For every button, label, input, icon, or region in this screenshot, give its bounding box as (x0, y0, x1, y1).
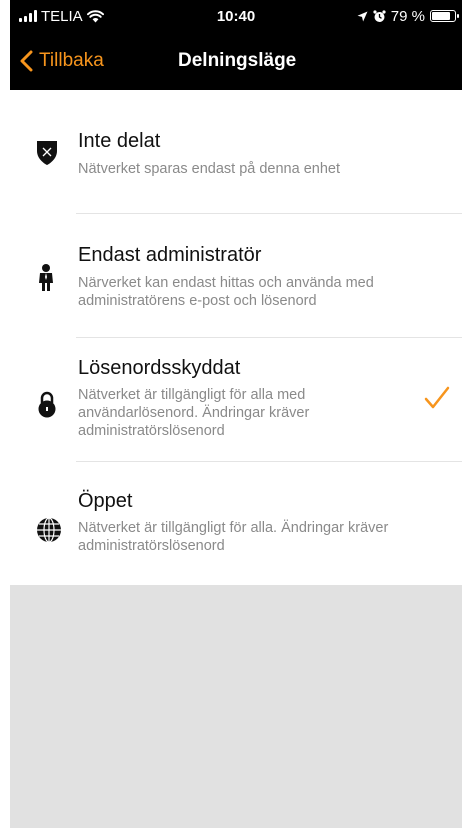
alarm-icon (373, 9, 386, 22)
person-icon (36, 264, 56, 297)
option-description: Nätverket är tillgängligt för alla med a… (78, 387, 310, 439)
option-description: Närverket kan endast hittas och använda … (78, 275, 374, 309)
option-open[interactable]: Öppet Nätverket är tillgängligt för alla… (10, 462, 462, 585)
battery-icon (430, 10, 459, 22)
sharing-mode-list: Inte delat Nätverket sparas endast på de… (10, 90, 462, 585)
shield-icon (36, 140, 58, 171)
option-title: Endast administratör (78, 244, 262, 266)
option-description: Nätverket sparas endast på denna enhet (78, 161, 340, 177)
battery-percent: 79 % (390, 7, 425, 25)
globe-icon (36, 517, 62, 548)
option-description: Nätverket är tillgängligt för alla. Ändr… (78, 520, 389, 554)
location-arrow-icon (357, 11, 368, 21)
status-bar: TELIA 10:40 79 % (10, 0, 462, 32)
checkmark-icon (424, 386, 450, 415)
option-title: Öppet (78, 490, 133, 512)
navigation-bar: Tillbaka Delningsläge (10, 32, 462, 90)
lock-icon (36, 390, 58, 423)
option-title: Lösenordsskyddat (78, 357, 241, 379)
status-right: 79 % (357, 7, 459, 25)
back-button[interactable]: Tillbaka (20, 32, 104, 90)
option-not-shared[interactable]: Inte delat Nätverket sparas endast på de… (10, 90, 462, 214)
back-label: Tillbaka (39, 50, 104, 71)
page-title: Delningsläge (178, 50, 297, 71)
empty-content-area (10, 585, 462, 828)
chevron-left-icon (20, 50, 33, 72)
option-password-protected[interactable]: Lösenordsskyddat Nätverket är tillgängli… (10, 338, 462, 462)
option-admin-only[interactable]: Endast administratör Närverket kan endas… (10, 214, 462, 338)
option-title: Inte delat (78, 130, 161, 152)
